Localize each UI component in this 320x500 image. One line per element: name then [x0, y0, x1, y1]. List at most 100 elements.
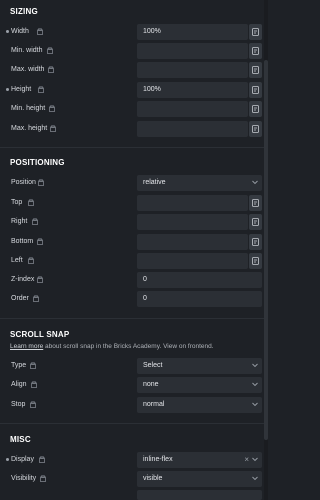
display-select[interactable]: inline-flex ×: [137, 452, 262, 468]
copy-icon[interactable]: [37, 86, 45, 94]
copy-icon[interactable]: [38, 456, 46, 464]
sizing-section-title: SIZING: [10, 7, 38, 16]
chevron-down-icon: [252, 457, 258, 462]
width-unit-button[interactable]: [249, 24, 262, 40]
chevron-down-icon: [252, 476, 258, 481]
visibility-select[interactable]: visible: [137, 471, 262, 487]
width-label: Width: [11, 28, 29, 35]
copy-icon[interactable]: [31, 218, 39, 226]
order-row: Order 0: [0, 291, 268, 307]
bottom-unit-button[interactable]: [249, 234, 262, 250]
academy-note-text: about scroll snap in the Bricks Academy.…: [43, 343, 214, 350]
width-input[interactable]: 100%: [137, 24, 248, 40]
set-indicator-dot: [6, 88, 9, 91]
min-height-unit-button[interactable]: [249, 101, 262, 117]
align-label: Align: [11, 381, 27, 388]
misc-section-title: MISC: [10, 435, 31, 444]
copy-icon[interactable]: [36, 28, 44, 36]
min-width-unit-button[interactable]: [249, 43, 262, 59]
unit-icon: [252, 105, 259, 113]
type-select[interactable]: Select: [137, 358, 262, 374]
scrollbar-thumb[interactable]: [264, 60, 268, 440]
align-select[interactable]: none: [137, 377, 262, 393]
scrollbar[interactable]: [264, 0, 268, 500]
copy-icon[interactable]: [27, 257, 35, 265]
max-height-row: Max. height: [0, 121, 268, 137]
height-label: Height: [11, 86, 32, 93]
top-input[interactable]: [137, 195, 248, 211]
copy-icon[interactable]: [36, 238, 44, 246]
type-label: Type: [11, 362, 27, 369]
section-divider: [0, 318, 268, 319]
unit-icon: [252, 47, 259, 55]
copy-icon[interactable]: [37, 179, 45, 187]
position-label: Position: [11, 179, 36, 186]
copy-icon[interactable]: [29, 362, 37, 370]
set-indicator-dot: [6, 458, 9, 461]
copy-icon[interactable]: [48, 105, 56, 113]
top-unit-button[interactable]: [249, 195, 262, 211]
scroll-snap-section-title: SCROLL SNAP: [10, 330, 70, 339]
max-width-unit-button[interactable]: [249, 62, 262, 78]
height-unit-button[interactable]: [249, 82, 262, 98]
chevron-down-icon: [252, 402, 258, 407]
chevron-down-icon: [252, 180, 258, 185]
max-height-unit-button[interactable]: [249, 121, 262, 137]
zindex-row: Z-index 0: [0, 272, 268, 288]
order-input[interactable]: 0: [137, 291, 262, 307]
section-divider: [0, 147, 268, 148]
stop-row: Stop normal: [0, 397, 268, 413]
next-row-partial: [0, 490, 268, 500]
visibility-label: Visibility: [11, 475, 37, 482]
width-row: Width 100%: [0, 24, 268, 40]
min-width-label: Min. width: [11, 47, 43, 54]
min-height-input[interactable]: [137, 101, 248, 117]
copy-icon[interactable]: [47, 66, 55, 74]
copy-icon[interactable]: [29, 401, 37, 409]
copy-icon[interactable]: [30, 381, 38, 389]
learn-more-link[interactable]: Learn more: [10, 343, 43, 350]
unit-icon: [252, 218, 259, 226]
max-height-input[interactable]: [137, 121, 248, 137]
set-indicator-dot: [6, 30, 9, 33]
max-width-input[interactable]: [137, 62, 248, 78]
min-height-row: Min. height: [0, 101, 268, 117]
max-height-label: Max. height: [11, 125, 48, 132]
copy-icon[interactable]: [39, 475, 47, 483]
height-input[interactable]: 100%: [137, 82, 248, 98]
copy-icon[interactable]: [46, 47, 54, 55]
right-unit-button[interactable]: [249, 214, 262, 230]
right-input[interactable]: [137, 214, 248, 230]
min-width-row: Min. width: [0, 43, 268, 59]
display-row: Display inline-flex ×: [0, 452, 268, 468]
unit-icon: [252, 28, 259, 36]
bottom-row: Bottom: [0, 234, 268, 250]
order-label: Order: [11, 295, 29, 302]
stop-select[interactable]: normal: [137, 397, 262, 413]
unit-icon: [252, 199, 259, 207]
zindex-input[interactable]: 0: [137, 272, 262, 288]
height-row: Height 100%: [0, 82, 268, 98]
align-row: Align none: [0, 377, 268, 393]
max-width-label: Max. width: [11, 66, 45, 73]
left-input[interactable]: [137, 253, 248, 269]
min-width-input[interactable]: [137, 43, 248, 59]
copy-icon[interactable]: [49, 125, 57, 133]
academy-note: Learn more about scroll snap in the Bric…: [10, 343, 214, 350]
bottom-input[interactable]: [137, 234, 248, 250]
position-select[interactable]: relative: [137, 175, 262, 191]
copy-icon[interactable]: [27, 199, 35, 207]
clear-icon[interactable]: ×: [244, 455, 249, 464]
copy-icon[interactable]: [32, 295, 40, 303]
min-height-label: Min. height: [11, 105, 46, 112]
stop-label: Stop: [11, 401, 26, 408]
copy-icon[interactable]: [36, 276, 44, 284]
next-field-partial[interactable]: [137, 490, 262, 500]
left-unit-button[interactable]: [249, 253, 262, 269]
unit-icon: [252, 86, 259, 94]
left-row: Left: [0, 253, 268, 269]
unit-icon: [252, 66, 259, 74]
bottom-label: Bottom: [11, 238, 34, 245]
visibility-row: Visibility visible: [0, 471, 268, 487]
top-row: Top: [0, 195, 268, 211]
